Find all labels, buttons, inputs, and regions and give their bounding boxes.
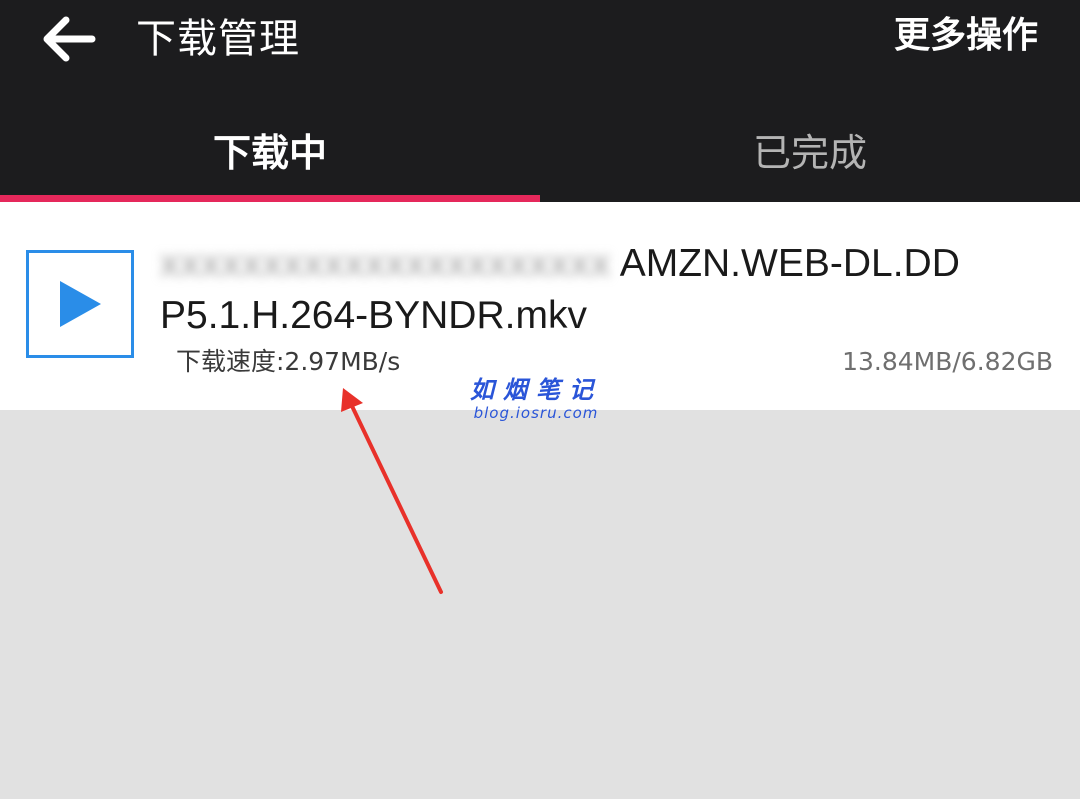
- tab-downloading[interactable]: 下载中: [0, 104, 540, 202]
- tab-bar: 下载中 已完成: [0, 104, 1080, 202]
- back-button[interactable]: [30, 4, 106, 74]
- app-header: 下载管理 更多操作 下载中 已完成: [0, 0, 1080, 202]
- watermark: 如烟笔记 blog.iosru.com: [470, 376, 602, 422]
- watermark-url: blog.iosru.com: [473, 404, 599, 422]
- tab-completed[interactable]: 已完成: [540, 104, 1080, 202]
- file-name-line2: P5.1.H.264-BYNDR.mkv: [160, 294, 587, 337]
- more-actions-button[interactable]: 更多操作: [894, 10, 1038, 62]
- download-speed: 下载速度:2.97MB/s: [176, 347, 401, 376]
- page-title: 下载管理: [136, 16, 300, 62]
- watermark-title: 如烟笔记: [470, 376, 602, 404]
- play-icon: [60, 281, 101, 327]
- active-tab-indicator: [0, 195, 540, 202]
- arrow-left-icon: [43, 16, 96, 62]
- blurred-filename-prefix: xxxxxxxxxxxxxxxxxxxxxx: [160, 242, 611, 285]
- download-size: 13.84MB/6.82GB: [842, 347, 1053, 376]
- video-thumbnail[interactable]: [26, 250, 134, 358]
- file-name-line1: AMZN.WEB-DL.DD: [619, 242, 960, 285]
- tab-completed-label: 已完成: [752, 131, 867, 175]
- tab-downloading-label: 下载中: [212, 131, 327, 175]
- file-name: xxxxxxxxxxxxxxxxxxxxxx AMZN.WEB-DL.DD P5…: [160, 238, 1050, 342]
